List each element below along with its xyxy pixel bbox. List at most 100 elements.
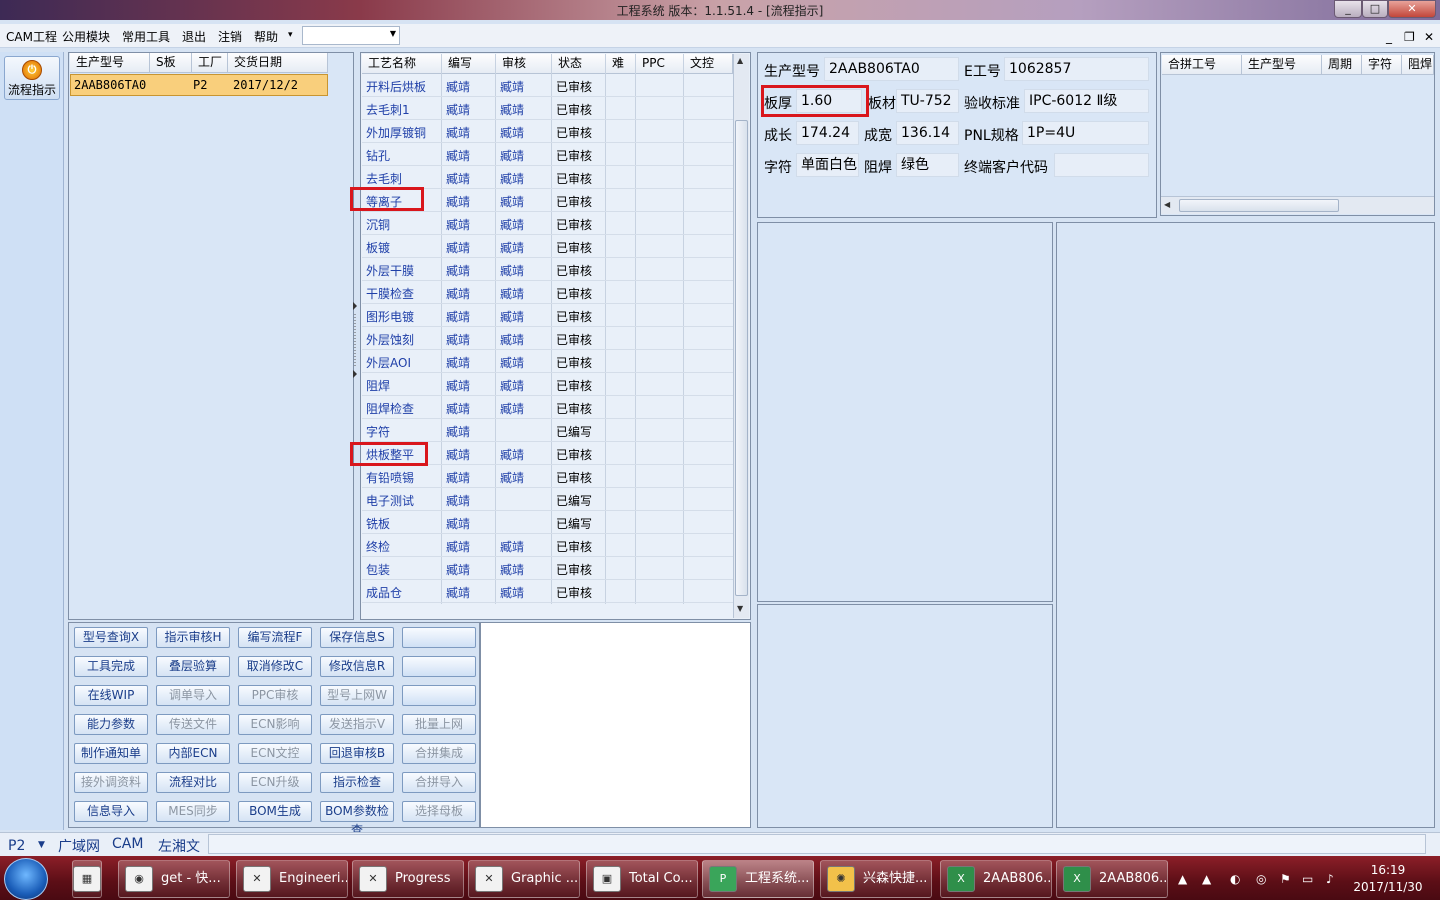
process-row[interactable]: 字符 臧靖 已编写 xyxy=(362,419,733,442)
action-button[interactable]: 工具完成 xyxy=(74,656,148,677)
process-row[interactable]: 外层蚀刻 臧靖 臧靖 已审核 xyxy=(362,327,733,350)
scroll-up-icon[interactable]: ▲ xyxy=(737,56,743,65)
taskbar-item-8[interactable]: X 2AAB806... xyxy=(1056,860,1168,898)
calculator-icon[interactable]: ▦ xyxy=(72,860,102,898)
mdi-close-button[interactable]: ✕ xyxy=(1424,30,1434,44)
menu-exit[interactable]: 退出 xyxy=(182,28,206,45)
close-button[interactable]: ✕ xyxy=(1388,0,1436,18)
col-checker[interactable]: 审核 xyxy=(496,54,552,74)
action-button[interactable]: MES同步 xyxy=(156,801,230,822)
action-button[interactable] xyxy=(402,627,476,648)
action-button[interactable]: 内部ECN xyxy=(156,743,230,764)
chevron-down-icon[interactable]: ▼ xyxy=(390,29,396,38)
process-row[interactable]: 外层AOI 臧靖 臧靖 已审核 xyxy=(362,350,733,373)
action-button[interactable]: 能力参数 xyxy=(74,714,148,735)
action-button[interactable]: 保存信息S xyxy=(320,627,394,648)
taskbar-item-4[interactable]: ▣ Total Co... xyxy=(586,860,698,898)
process-row[interactable]: 去毛刺 臧靖 臧靖 已审核 xyxy=(362,166,733,189)
process-row[interactable]: 钻孔 臧靖 臧靖 已审核 xyxy=(362,143,733,166)
action-button[interactable]: 接外调资料 xyxy=(74,772,148,793)
taskbar-item-7[interactable]: X 2AAB806... xyxy=(940,860,1052,898)
chevron-down-icon[interactable]: ▼ xyxy=(38,840,45,850)
action-button[interactable]: 修改信息R xyxy=(320,656,394,677)
flag-icon[interactable]: ⚑ xyxy=(1280,872,1291,886)
flow-instruction-button[interactable]: ⏻ 流程指示 xyxy=(4,56,60,100)
scroll-left-icon[interactable]: ◀ xyxy=(1164,200,1170,209)
taskbar-item-2[interactable]: ✕ Progress xyxy=(352,860,464,898)
col-writer[interactable]: 编写 xyxy=(442,54,496,74)
help-dropdown-icon[interactable]: ▾ xyxy=(288,30,293,40)
action-button[interactable]: 回退审核B xyxy=(320,743,394,764)
action-button[interactable]: 指示审核H xyxy=(156,627,230,648)
scroll-down-icon[interactable]: ▼ xyxy=(737,604,743,613)
process-row[interactable]: 成品仓 臧靖 臧靖 已审核 xyxy=(362,580,733,603)
action-button[interactable] xyxy=(402,685,476,706)
merge-horizontal-scrollbar[interactable]: ◀ xyxy=(1161,196,1434,214)
menu-common-tools[interactable]: 常用工具 xyxy=(122,28,170,45)
col-factory[interactable]: 工厂 xyxy=(192,53,228,73)
action-button[interactable]: 调单导入 xyxy=(156,685,230,706)
start-button[interactable] xyxy=(4,858,48,900)
tray-app-icon[interactable]: ▲ xyxy=(1202,872,1211,886)
tray-expand-icon[interactable]: ▲ xyxy=(1178,872,1187,886)
scroll-thumb[interactable] xyxy=(1179,199,1339,212)
col-ppc[interactable]: PPC xyxy=(636,54,684,74)
action-button[interactable]: 型号上网W xyxy=(320,685,394,706)
action-button[interactable]: BOM参数检查 xyxy=(320,801,394,837)
network-icon[interactable]: ▭ xyxy=(1302,872,1313,886)
action-button[interactable]: 选择母板 xyxy=(402,801,476,822)
action-button[interactable]: 取消修改C xyxy=(238,656,312,677)
action-button[interactable]: 编写流程F xyxy=(238,627,312,648)
process-row[interactable]: 干膜检查 臧靖 臧靖 已审核 xyxy=(362,281,733,304)
action-button[interactable] xyxy=(402,656,476,677)
process-row[interactable]: 开料后烘板 臧靖 臧靖 已审核 xyxy=(362,74,733,97)
process-vertical-scrollbar[interactable]: ▲ ▼ xyxy=(733,54,749,618)
menu-logout[interactable]: 注销 xyxy=(218,28,242,45)
col-merge-mask[interactable]: 阻焊 xyxy=(1402,55,1434,75)
taskbar-item-6[interactable]: ✺ 兴森快捷... xyxy=(820,860,932,898)
col-model[interactable]: 生产型号 xyxy=(70,53,150,73)
col-merge-char[interactable]: 字符 xyxy=(1362,55,1402,75)
action-button[interactable]: PPC审核 xyxy=(238,685,312,706)
mdi-minimize-button[interactable]: _ xyxy=(1386,30,1392,44)
action-button[interactable]: 制作通知单 xyxy=(74,743,148,764)
action-button[interactable]: ECN升级 xyxy=(238,772,312,793)
process-row[interactable]: 包装 臧靖 臧靖 已审核 xyxy=(362,557,733,580)
status-factory[interactable]: P2 xyxy=(8,838,25,854)
col-merge-model[interactable]: 生产型号 xyxy=(1242,55,1322,75)
taskbar-item-1[interactable]: ✕ Engineeri... xyxy=(236,860,348,898)
col-status[interactable]: 状态 xyxy=(552,54,606,74)
action-button[interactable]: 型号查询X xyxy=(74,627,148,648)
col-s-board[interactable]: S板 xyxy=(150,53,192,73)
process-row[interactable]: 图形电镀 臧靖 臧靖 已审核 xyxy=(362,304,733,327)
action-button[interactable]: 指示检查 xyxy=(320,772,394,793)
process-row[interactable]: 有铅喷锡 臧靖 臧靖 已审核 xyxy=(362,465,733,488)
action-button[interactable]: 在线WIP xyxy=(74,685,148,706)
process-row[interactable]: 去毛刺1 臧靖 臧靖 已审核 xyxy=(362,97,733,120)
menu-cam[interactable]: CAM工程 xyxy=(6,28,57,45)
action-button[interactable]: 流程对比 xyxy=(156,772,230,793)
action-button[interactable]: 叠层验算 xyxy=(156,656,230,677)
volume-icon[interactable]: ♪ xyxy=(1326,872,1334,886)
action-button[interactable]: 传送文件 xyxy=(156,714,230,735)
col-merge-eno[interactable]: 合拼工号 xyxy=(1162,55,1242,75)
col-merge-cycle[interactable]: 周期 xyxy=(1322,55,1362,75)
process-row[interactable]: 沉铜 臧靖 臧靖 已审核 xyxy=(362,212,733,235)
tray-browser-icon[interactable]: ◐ xyxy=(1230,872,1240,886)
process-row[interactable]: 外加厚镀铜 臧靖 臧靖 已审核 xyxy=(362,120,733,143)
action-button[interactable]: ECN文控 xyxy=(238,743,312,764)
action-button[interactable]: ECN影响 xyxy=(238,714,312,735)
process-row[interactable]: 铣板 臧靖 已编写 xyxy=(362,511,733,534)
process-row[interactable]: 阻焊 臧靖 臧靖 已审核 xyxy=(362,373,733,396)
scroll-thumb[interactable] xyxy=(735,120,748,596)
action-button[interactable]: 合拼集成 xyxy=(402,743,476,764)
action-button[interactable]: BOM生成 xyxy=(238,801,312,822)
process-row[interactable]: 外层干膜 臧靖 臧靖 已审核 xyxy=(362,258,733,281)
process-row[interactable]: 电子测试 臧靖 已编写 xyxy=(362,488,733,511)
table-row[interactable]: 2AAB806TA0 P2 2017/12/2 xyxy=(70,74,328,96)
maximize-button[interactable]: □ xyxy=(1362,0,1388,18)
process-row[interactable]: 阻焊检查 臧靖 臧靖 已审核 xyxy=(362,396,733,419)
action-button[interactable]: 信息导入 xyxy=(74,801,148,822)
tray-security-icon[interactable]: ◎ xyxy=(1256,872,1266,886)
col-delivery-date[interactable]: 交货日期 xyxy=(228,53,328,73)
